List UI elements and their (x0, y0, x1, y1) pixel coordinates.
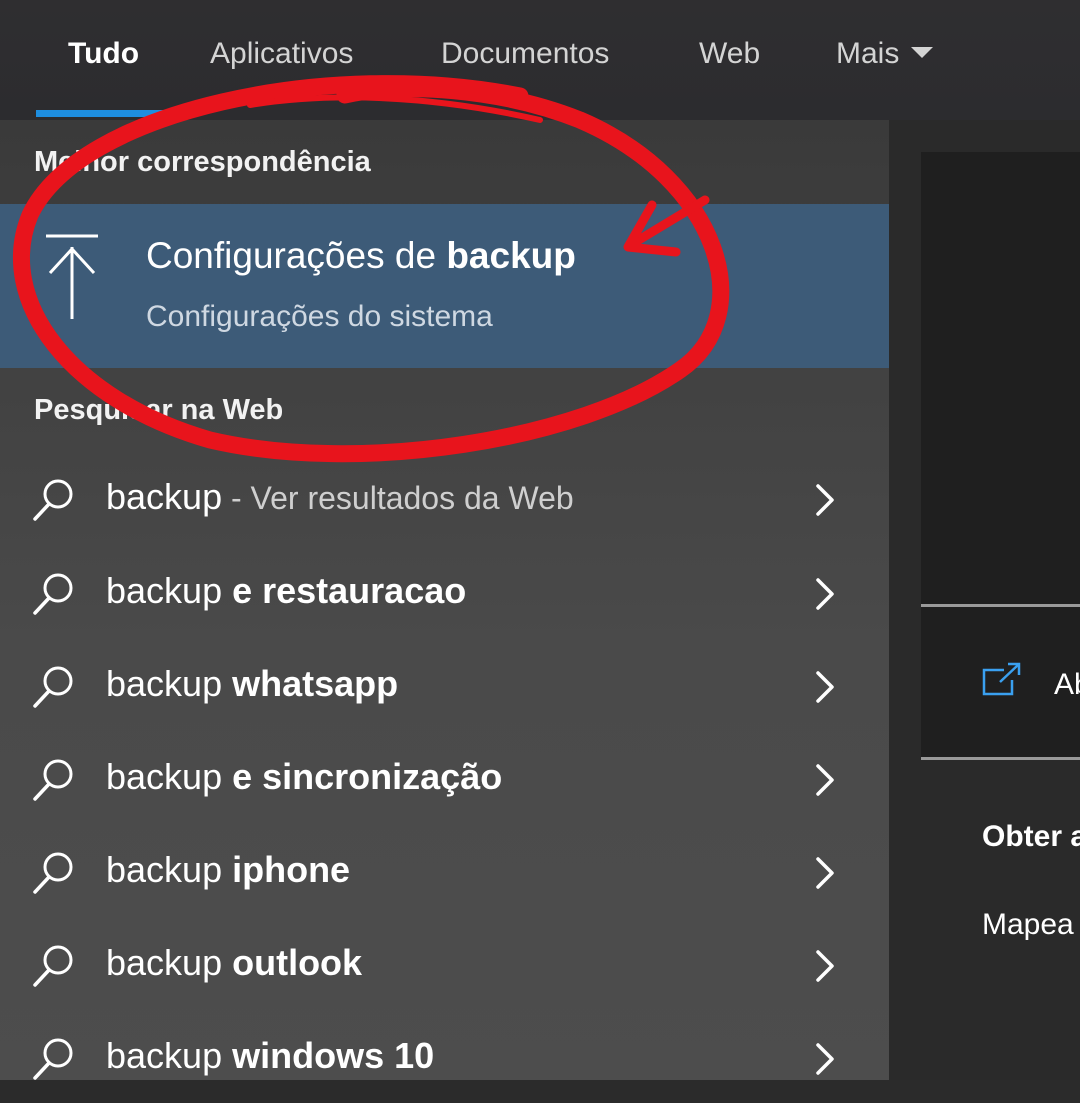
chevron-right-icon[interactable] (812, 855, 838, 891)
search-icon (33, 479, 73, 521)
web-suggestion-text: backup outlook (106, 942, 362, 984)
chevron-right-icon[interactable] (812, 482, 838, 518)
suggestion-query: backup (106, 756, 223, 797)
search-icon (33, 573, 73, 615)
search-icon (33, 1038, 73, 1080)
web-suggestion-text: backup whatsapp (106, 663, 398, 705)
web-suggestion-item[interactable]: backup outlook (0, 918, 889, 1010)
suggestion-completion: e restauracao (222, 570, 467, 611)
web-suggestion-item[interactable]: backup whatsapp (0, 639, 889, 731)
best-match-heading: Melhor correspondência (34, 146, 371, 178)
preview-section-heading: Obter a (982, 820, 1080, 853)
caret-down-icon (911, 46, 934, 58)
web-suggestion-text: backup windows 10 (106, 1035, 434, 1077)
best-match-item[interactable] (0, 204, 889, 368)
suggestion-query: backup (106, 663, 223, 704)
suggestion-completion: iphone (222, 849, 351, 890)
chevron-right-icon[interactable] (812, 669, 838, 705)
best-match-title: Configurações de backup (146, 235, 576, 277)
tab-aplicativos[interactable]: Aplicativos (210, 34, 353, 74)
web-search-heading: Pesquisar na Web (34, 394, 284, 426)
open-action-label: Ab (1054, 668, 1080, 701)
preview-link-item[interactable]: Mapea (982, 908, 1074, 942)
search-icon (33, 852, 73, 894)
tab-web[interactable]: Web (699, 34, 760, 74)
open-external-icon (982, 662, 1021, 696)
web-suggestion-item[interactable]: backup - Ver resultados da Web (0, 452, 889, 544)
web-suggestion-item[interactable]: backup windows 10 (0, 1011, 889, 1103)
best-match-subtitle: Configurações do sistema (146, 300, 493, 333)
best-match-title-prefix: Configurações de (146, 235, 447, 276)
suggestion-query: backup (106, 942, 223, 983)
tab-documentos[interactable]: Documentos (441, 34, 609, 74)
suggestion-completion: whatsapp (222, 663, 399, 704)
web-suggestion-text: backup iphone (106, 849, 350, 891)
suggestion-completion: e sincronização (222, 756, 503, 797)
best-match-title-bold: backup (446, 235, 576, 276)
tab-tudo[interactable]: Tudo (68, 34, 139, 74)
suggestion-completion: outlook (222, 942, 363, 983)
windows-search-window: Tudo Aplicativos Documentos Web Mais Mel… (0, 0, 1080, 1080)
chevron-right-icon[interactable] (812, 576, 838, 612)
search-icon (33, 666, 73, 708)
web-suggestion-item[interactable]: backup e restauracao (0, 546, 889, 638)
chevron-right-icon[interactable] (812, 762, 838, 798)
divider (921, 757, 1080, 760)
suggestion-query: backup (106, 476, 223, 517)
tab-mais[interactable]: Mais (836, 34, 934, 74)
web-suggestion-text: backup e restauracao (106, 570, 466, 612)
tab-mais-label: Mais (836, 37, 900, 70)
preview-area (921, 152, 1080, 604)
chevron-right-icon[interactable] (812, 948, 838, 984)
web-suggestion-text: backup e sincronização (106, 756, 502, 798)
web-suggestion-item[interactable]: backup e sincronização (0, 732, 889, 824)
search-tab-bar: Tudo Aplicativos Documentos Web Mais (0, 0, 1080, 120)
active-tab-indicator (36, 110, 174, 117)
web-suggestion-text: backup - Ver resultados da Web (106, 476, 574, 518)
suggestion-query: backup (106, 849, 223, 890)
search-icon (33, 759, 73, 801)
web-suggestion-item[interactable]: backup iphone (0, 825, 889, 917)
suggestion-query: backup (106, 570, 223, 611)
suggestion-hint: - Ver resultados da Web (222, 480, 574, 516)
search-icon (33, 945, 73, 987)
suggestion-completion: windows 10 (222, 1035, 435, 1076)
backup-upload-icon (46, 234, 98, 319)
suggestion-query: backup (106, 1035, 223, 1076)
chevron-right-icon[interactable] (812, 1041, 838, 1077)
